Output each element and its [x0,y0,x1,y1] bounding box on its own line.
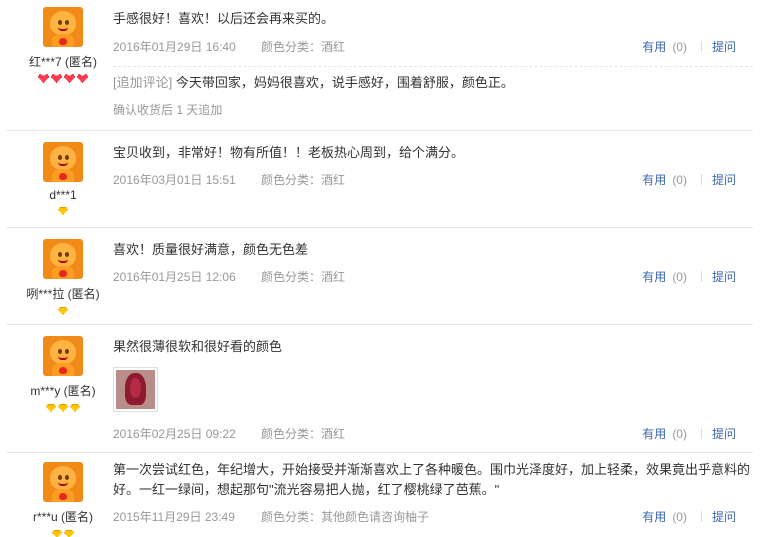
gold-diamond-icon [6,529,120,537]
avatar[interactable] [43,239,83,279]
review-actions: 有用 (0) 提问 [642,171,736,189]
review-text: 喜欢！质量很好满意，颜色无色差 [113,242,309,257]
review-actions: 有用 (0) 提问 [642,425,736,443]
review-list: 红***7 (匿名) 手感很好！喜欢！以后还会再来买的。 2016年01月29日… [0,0,753,537]
review-item: 红***7 (匿名) 手感很好！喜欢！以后还会再来买的。 2016年01月29日… [6,0,753,131]
reviewer-name: 咧***拉 (匿名) [26,287,100,301]
useful-button[interactable]: 有用 [642,173,666,187]
useful-button[interactable]: 有用 [642,40,666,54]
append-note: 确认收货后 1 天追加 [113,103,223,117]
ask-button[interactable]: 提问 [712,40,736,54]
gold-diamond-icon [6,206,120,218]
append-comment: [追加评论] 今天带回家，妈妈很喜欢，说手感好，围着舒服，颜色正。 [113,73,753,93]
reviewer-info: m***y (匿名) [6,336,120,415]
red-heart-icon [6,74,120,86]
avatar[interactable] [43,336,83,376]
color-spec: 颜色分类：酒红 [261,270,346,284]
review-text: 第一次尝试红色，年纪增大，开始接受并渐渐喜欢上了各种暖色。围巾光泽度好，加上轻柔… [113,462,751,497]
avatar[interactable] [43,462,83,502]
review-date: 2016年01月29日 16:40 [113,40,236,54]
reviewer-info: 咧***拉 (匿名) [6,239,120,318]
reviewer-name: m***y (匿名) [30,384,96,398]
useful-count: (0) [672,40,687,54]
reviewer-name: 红***7 (匿名) [28,55,97,69]
review-actions: 有用 (0) 提问 [642,508,736,526]
review-meta: 2016年01月25日 12:06 颜色分类：酒红 有用 (0) 提问 [113,268,753,286]
color-spec: 颜色分类：酒红 [261,173,346,187]
useful-button[interactable]: 有用 [642,427,666,441]
ask-button[interactable]: 提问 [712,270,736,284]
gold-diamond-icon [6,403,120,415]
append-text: 今天带回家，妈妈很喜欢，说手感好，围着舒服，颜色正。 [175,75,514,90]
reviewer-info: d***1 [6,142,120,218]
review-text: 手感很好！喜欢！以后还会再来买的。 [113,11,335,26]
review-item: 咧***拉 (匿名) 喜欢！质量很好满意，颜色无色差 2016年01月25日 1… [6,228,753,325]
review-text: 果然很薄很软和很好看的颜色 [113,339,283,354]
review-actions: 有用 (0) 提问 [642,268,736,286]
avatar[interactable] [43,142,83,182]
useful-button[interactable]: 有用 [642,270,666,284]
review-meta: 2015年11月29日 23:49 颜色分类：其他颜色请咨询柚子 有用 (0) 提问 [113,508,753,526]
review-date: 2016年02月25日 09:22 [113,427,236,441]
reviewer-info: r***u (匿名) [6,462,120,537]
review-meta: 2016年01月29日 16:40 颜色分类：酒红 有用 (0) 提问 [113,38,753,56]
color-spec: 颜色分类：酒红 [261,40,346,54]
avatar[interactable] [43,7,83,47]
useful-count: (0) [672,173,687,187]
useful-count: (0) [672,510,687,524]
color-spec: 颜色分类：酒红 [261,427,346,441]
review-item: d***1 宝贝收到，非常好！物有所值！！老板热心周到，给个满分。 2016年0… [6,131,753,228]
review-meta: 2016年03月01日 15:51 颜色分类：酒红 有用 (0) 提问 [113,171,753,189]
ask-button[interactable]: 提问 [712,510,736,524]
reviewer-info: 红***7 (匿名) [6,7,120,86]
reviewer-name: r***u (匿名) [32,510,93,524]
review-date: 2015年11月29日 23:49 [113,510,235,524]
review-item: m***y (匿名) 果然很薄很软和很好看的颜色 2016年02月25日 09:… [6,325,753,453]
useful-button[interactable]: 有用 [642,510,666,524]
ask-button[interactable]: 提问 [712,427,736,441]
useful-count: (0) [672,427,687,441]
review-text: 宝贝收到，非常好！物有所值！！老板热心周到，给个满分。 [113,145,465,160]
reviewer-name: d***1 [49,188,77,202]
color-spec: 颜色分类：其他颜色请咨询柚子 [261,510,430,524]
review-photo-thumbnail[interactable] [113,367,158,412]
review-item: r***u (匿名) 第一次尝试红色，年纪增大，开始接受并渐渐喜欢上了各种暖色。… [6,453,753,537]
review-date: 2016年01月25日 12:06 [113,270,236,284]
ask-button[interactable]: 提问 [712,173,736,187]
review-date: 2016年03月01日 15:51 [113,173,236,187]
review-actions: 有用 (0) 提问 [642,38,736,56]
gold-diamond-icon [6,306,120,318]
useful-count: (0) [672,270,687,284]
append-tag: [追加评论] [113,75,173,90]
append-divider [113,66,753,67]
review-meta: 2016年02月25日 09:22 颜色分类：酒红 有用 (0) 提问 [113,425,753,443]
